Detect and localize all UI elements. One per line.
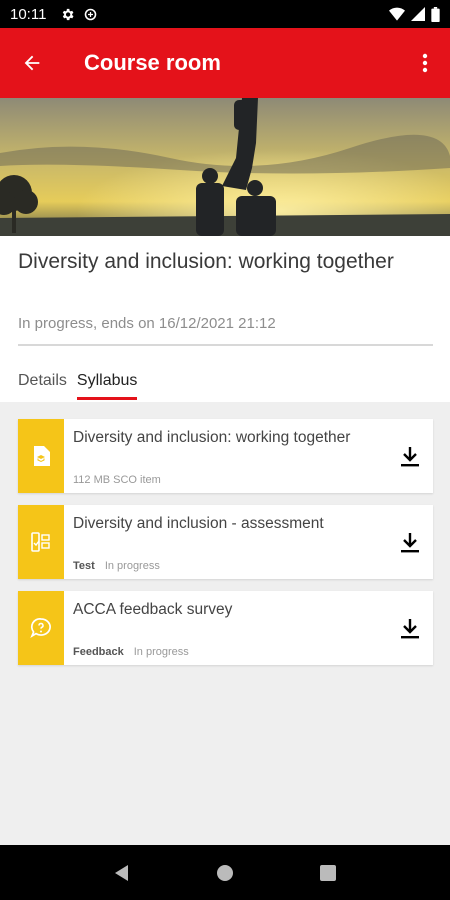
nav-home-icon[interactable]	[216, 864, 234, 882]
nav-back-icon[interactable]	[113, 864, 131, 882]
tab-bar: Details Syllabus	[18, 372, 147, 400]
page-title: Course room	[84, 50, 221, 75]
overflow-menu-button[interactable]	[400, 28, 450, 98]
nav-recents-icon[interactable]	[319, 864, 337, 882]
syllabus-item-sco[interactable]: Diversity and inclusion: working togethe…	[18, 419, 433, 493]
status-system-icons	[389, 6, 440, 22]
feedback-bubble-icon	[30, 618, 51, 639]
download-icon	[401, 619, 419, 639]
status-notification-icons	[60, 7, 98, 22]
item-icon-tile	[18, 505, 64, 579]
item-meta-text: 112 MB SCO item	[73, 474, 161, 486]
download-icon	[401, 533, 419, 553]
download-button[interactable]	[397, 615, 423, 641]
item-title: Diversity and inclusion - assessment	[73, 515, 324, 532]
syllabus-item-test[interactable]: Diversity and inclusion - assessment Tes…	[18, 505, 433, 579]
item-type: Feedback	[73, 646, 124, 658]
tab-details[interactable]: Details	[18, 372, 67, 398]
app-bar: Course room	[0, 28, 450, 98]
item-meta: 112 MB SCO item	[73, 474, 161, 486]
item-title: Diversity and inclusion: working togethe…	[73, 429, 351, 446]
settings-icon	[63, 8, 74, 20]
item-meta: Feedback In progress	[73, 646, 189, 658]
wifi-icon	[389, 7, 405, 21]
item-title: ACCA feedback survey	[73, 601, 233, 618]
signal-icon	[411, 7, 425, 21]
header-divider	[18, 344, 433, 346]
more-vert-icon	[422, 53, 428, 73]
back-button[interactable]	[0, 28, 64, 98]
download-icon	[401, 447, 419, 467]
download-button[interactable]	[397, 529, 423, 555]
item-icon-tile	[18, 591, 64, 665]
course-header: Diversity and inclusion: working togethe…	[0, 236, 450, 402]
status-time: 10:11	[10, 5, 47, 23]
test-checklist-icon	[31, 532, 50, 552]
status-bar: 10:11	[0, 0, 450, 28]
item-status: In progress	[104, 560, 160, 572]
data-saver-icon	[85, 8, 97, 20]
tab-syllabus[interactable]: Syllabus	[76, 372, 138, 400]
course-hero-image	[0, 98, 450, 236]
course-title: Diversity and inclusion: working togethe…	[18, 250, 394, 273]
system-nav-bar	[0, 845, 450, 900]
item-type: Test	[73, 560, 95, 572]
item-meta: Test In progress	[73, 560, 160, 572]
sco-package-icon	[34, 446, 50, 466]
syllabus-item-feedback[interactable]: ACCA feedback survey Feedback In progress	[18, 591, 433, 665]
arrow-left-icon	[24, 55, 40, 71]
item-status: In progress	[133, 646, 189, 658]
course-status: In progress, ends on 16/12/2021 21:12	[18, 315, 276, 332]
download-button[interactable]	[397, 443, 423, 469]
item-icon-tile	[18, 419, 64, 493]
battery-icon	[431, 6, 440, 22]
